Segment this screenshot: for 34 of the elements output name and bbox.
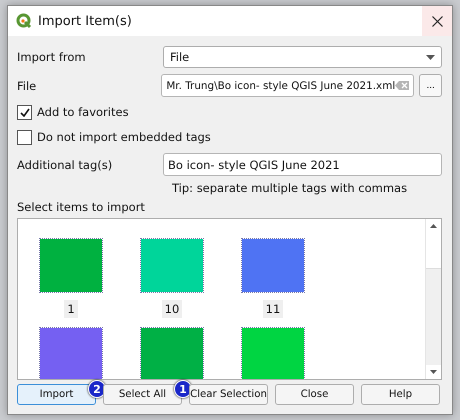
- section-label: Select items to import: [17, 200, 146, 214]
- caret-icon: [426, 54, 435, 60]
- scrollbar[interactable]: [425, 219, 441, 379]
- browse-button[interactable]: ...: [419, 74, 442, 97]
- checkbox-label: Do not import embedded tags: [37, 130, 211, 144]
- item-label: 1: [64, 300, 78, 318]
- file-field[interactable]: Mr. Trung\Bo icon- style QGIS June 2021.xml: [161, 74, 414, 97]
- close-icon: [432, 16, 442, 26]
- dialog-button[interactable]: Clear Selection: [189, 384, 268, 405]
- symbol-swatch[interactable]: [141, 239, 203, 292]
- dialog-button[interactable]: Close: [275, 384, 354, 405]
- checkbox[interactable]: [17, 104, 32, 120]
- source-dropdown[interactable]: File: [163, 46, 442, 68]
- close-button[interactable]: [422, 6, 452, 36]
- item-label: 11: [262, 300, 284, 318]
- field-label: File: [17, 78, 38, 92]
- scroll-thumb[interactable]: [426, 233, 441, 269]
- logo-icon: [16, 13, 32, 29]
- clear-icon[interactable]: [395, 81, 410, 90]
- item-label: 10: [162, 300, 182, 318]
- symbol-swatch[interactable]: [40, 328, 102, 379]
- check-icon: [20, 108, 30, 116]
- symbol-swatch[interactable]: [242, 328, 304, 379]
- checkbox-label: Add to favorites: [37, 105, 129, 119]
- dialog-button[interactable]: Help: [361, 384, 440, 405]
- field-label: Additional tag(s): [17, 158, 114, 172]
- symbol-swatch[interactable]: [141, 328, 203, 379]
- field-label: Import from: [17, 50, 87, 64]
- window-title: Import Item(s): [38, 14, 133, 28]
- symbol-swatch[interactable]: [242, 239, 304, 292]
- tags-field[interactable]: Bo icon- style QGIS June 2021: [163, 153, 442, 176]
- symbol-swatch[interactable]: [40, 239, 102, 292]
- tip-text: Tip: separate multiple tags with commas: [172, 181, 408, 195]
- checkbox[interactable]: [17, 130, 32, 144]
